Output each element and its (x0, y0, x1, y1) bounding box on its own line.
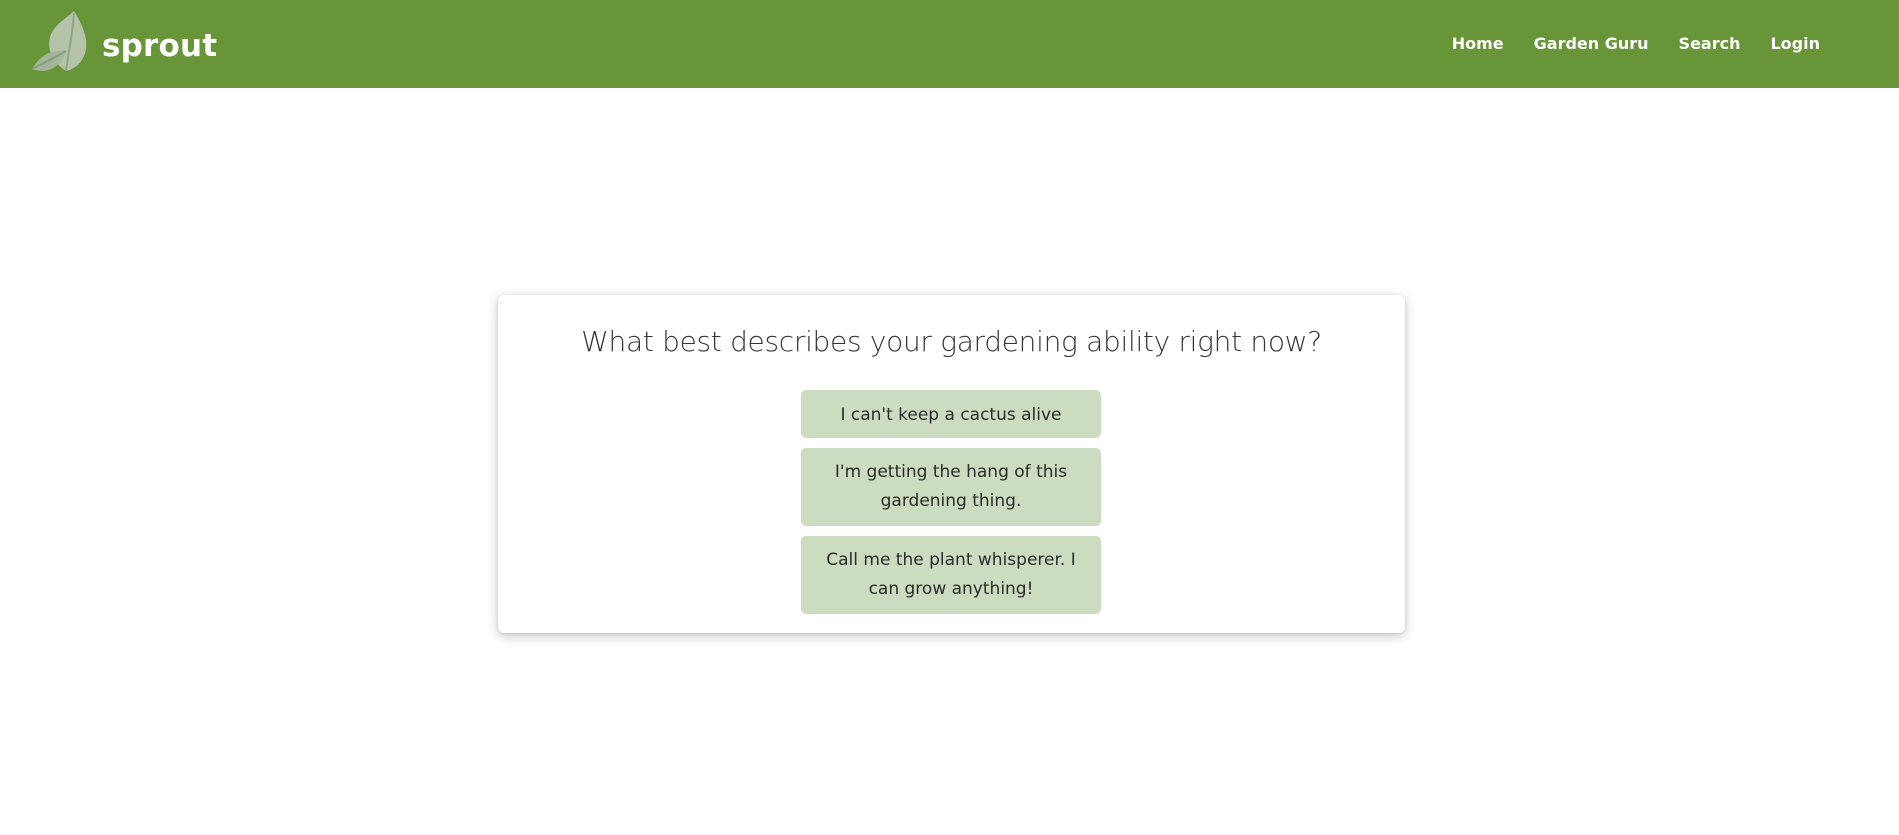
option-cant-keep-cactus-button[interactable]: I can't keep a cactus alive (801, 390, 1101, 438)
quiz-card: What best describes your gardening abili… (498, 295, 1405, 633)
brand-name: sprout (102, 28, 218, 64)
nav-login-link[interactable]: Login (1755, 32, 1835, 56)
nav-search-link[interactable]: Search (1664, 32, 1756, 56)
main-nav: Home Garden Guru Search Login (1437, 32, 1835, 56)
quiz-question: What best describes your gardening abili… (581, 325, 1322, 358)
nav-garden-guru-link[interactable]: Garden Guru (1519, 32, 1664, 56)
option-getting-the-hang-button[interactable]: I'm getting the hang of this gardening t… (801, 448, 1101, 526)
leaf-logo-icon (31, 11, 87, 72)
top-navbar: sprout Home Garden Guru Search Login (0, 0, 1899, 88)
brand-home-link[interactable]: sprout (30, 11, 217, 73)
option-plant-whisperer-button[interactable]: Call me the plant whisperer. I can grow … (801, 536, 1101, 614)
nav-home-link[interactable]: Home (1437, 32, 1519, 56)
